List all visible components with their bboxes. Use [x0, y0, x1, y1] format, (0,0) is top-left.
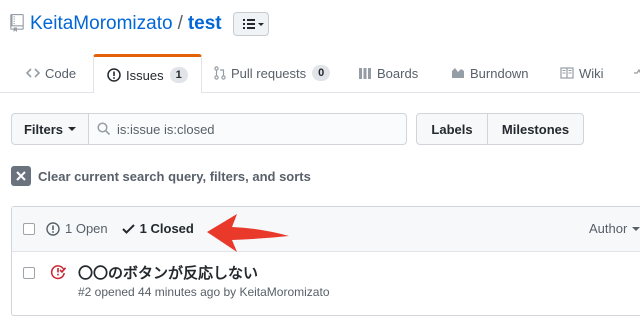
pulse-icon	[634, 68, 640, 74]
repo-nav-tabs: Code Issues 1 Pull requests 0 Boards Bur…	[0, 54, 640, 93]
repo-menu-button[interactable]	[233, 12, 269, 36]
repo-path: KeitaMoromizato / test	[30, 12, 222, 36]
annotation-arrow-icon	[207, 214, 289, 252]
tab-more-overflow[interactable]	[634, 54, 640, 92]
chevron-down-icon	[632, 226, 640, 231]
closed-issues-label: 1 Closed	[139, 221, 194, 236]
tab-burndown-label: Burndown	[470, 65, 529, 81]
tab-issues-label: Issues	[126, 67, 164, 83]
search-input[interactable]	[117, 120, 397, 138]
select-all-checkbox[interactable]	[23, 223, 35, 235]
code-icon	[26, 68, 40, 78]
tab-boards[interactable]: Boards	[358, 54, 418, 92]
issue-title-link[interactable]: 〇〇のボタンが反応しない	[78, 262, 258, 283]
boards-icon	[359, 67, 371, 79]
repo-name-link[interactable]: test	[188, 13, 222, 34]
issue-search-box[interactable]	[88, 113, 407, 145]
tab-pull-requests-label: Pull requests	[231, 65, 307, 81]
labels-button[interactable]: Labels	[416, 113, 488, 145]
issue-closed-icon	[50, 265, 66, 280]
issues-list-header: 1 Open 1 Closed Author	[12, 207, 640, 252]
author-filter-dropdown[interactable]: Author	[589, 221, 640, 236]
close-icon	[11, 166, 31, 186]
graph-icon	[452, 68, 464, 78]
issue-opened-icon	[46, 221, 60, 236]
tab-issues[interactable]: Issues 1	[93, 54, 202, 93]
repo-path-separator: /	[177, 13, 183, 34]
clear-search-query-link[interactable]: Clear current search query, filters, and…	[11, 166, 311, 186]
milestones-button-label: Milestones	[501, 121, 570, 137]
tab-pull-requests[interactable]: Pull requests 0	[214, 54, 331, 92]
repo-owner-link[interactable]: KeitaMoromizato	[30, 13, 173, 34]
tab-boards-label: Boards	[377, 65, 419, 81]
search-icon	[97, 122, 111, 136]
book-icon	[560, 67, 574, 79]
pull-requests-counter: 0	[312, 65, 331, 81]
issues-counter: 1	[169, 67, 188, 83]
issue-checkbox[interactable]	[23, 267, 35, 279]
list-icon	[243, 19, 264, 29]
closed-issues-link[interactable]: 1 Closed	[121, 221, 194, 236]
git-pull-request-icon	[214, 66, 226, 80]
issues-list: 1 Open 1 Closed Author 〇〇のボタンが反応しない #2 o…	[11, 206, 640, 316]
issue-meta: #2 opened 44 minutes ago by KeitaMoromiz…	[78, 285, 330, 299]
repo-icon	[10, 14, 24, 32]
issue-state-toggle: 1 Open 1 Closed	[46, 221, 194, 236]
clear-query-label: Clear current search query, filters, and…	[38, 168, 311, 184]
tab-code-label: Code	[45, 65, 77, 81]
tab-wiki[interactable]: Wiki	[560, 54, 604, 92]
issue-list-item: 〇〇のボタンが反応しない #2 opened 44 minutes ago by…	[12, 252, 640, 316]
check-icon	[121, 224, 135, 234]
open-issues-link[interactable]: 1 Open	[46, 221, 108, 236]
tab-wiki-label: Wiki	[579, 65, 604, 81]
author-filter-label: Author	[589, 221, 628, 236]
repo-header: KeitaMoromizato / test	[0, 0, 640, 50]
filters-dropdown-button[interactable]: Filters	[11, 113, 89, 145]
tab-code[interactable]: Code	[26, 54, 76, 92]
open-issues-label: 1 Open	[65, 221, 108, 236]
labels-button-label: Labels	[431, 121, 473, 137]
filters-label: Filters	[23, 121, 63, 137]
issue-opened-icon	[107, 68, 121, 82]
milestones-button[interactable]: Milestones	[487, 113, 584, 145]
chevron-down-icon	[68, 127, 76, 131]
tab-burndown[interactable]: Burndown	[451, 54, 529, 92]
